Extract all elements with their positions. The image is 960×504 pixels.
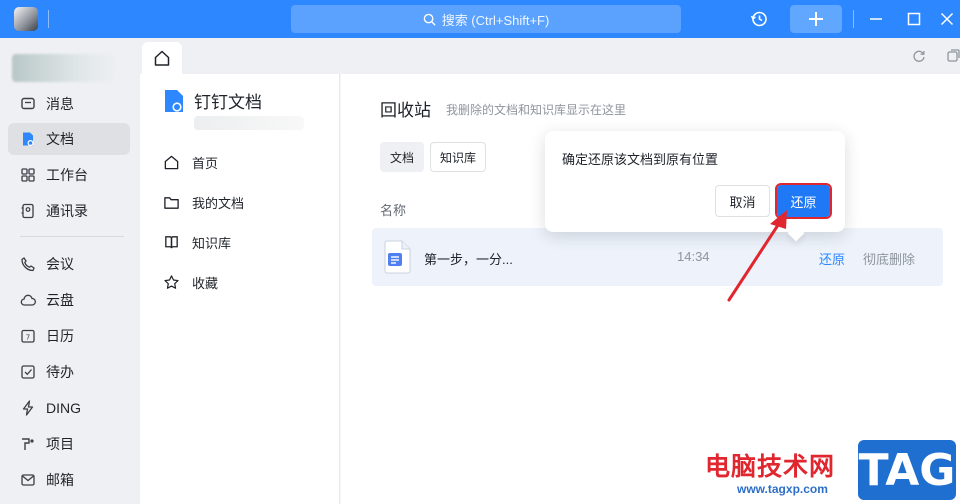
docs-nav-my-docs[interactable]: 我的文档: [162, 191, 244, 213]
calendar-icon: 7: [20, 328, 36, 344]
page-title: 回收站: [380, 101, 431, 120]
nav-item-cloud[interactable]: 云盘: [8, 284, 130, 316]
todo-icon: [20, 364, 36, 380]
nav-item-contacts[interactable]: 通讯录: [8, 195, 130, 227]
title-bar: 搜索 (Ctrl+Shift+F): [0, 0, 960, 38]
close-button[interactable]: [936, 8, 958, 30]
nav-item-mail[interactable]: 邮箱: [8, 464, 130, 496]
profile-name[interactable]: [12, 54, 118, 82]
mail-icon: [20, 472, 36, 488]
confirm-restore-button[interactable]: 还原: [775, 183, 832, 219]
message-icon: [20, 96, 36, 112]
nav-label: 通讯录: [46, 203, 88, 219]
docs-nav-favorites[interactable]: 收藏: [162, 271, 218, 293]
plus-icon: [809, 12, 823, 26]
maximize-icon: [907, 12, 921, 26]
docs-nav-home[interactable]: 首页: [162, 151, 218, 173]
window-icon: [947, 49, 960, 62]
maximize-button[interactable]: [903, 8, 925, 30]
nav-label: 工作台: [46, 167, 88, 183]
phone-icon: [20, 256, 36, 272]
star-icon: [162, 273, 180, 291]
docs-nav-label: 知识库: [192, 235, 232, 251]
refresh-button[interactable]: [910, 47, 928, 65]
nav-item-docs[interactable]: 文档: [8, 123, 130, 155]
restore-confirm-popover: 确定还原该文档到原有位置 取消 还原: [545, 131, 845, 242]
nav-item-messages[interactable]: 消息: [8, 88, 130, 120]
delete-permanently-link[interactable]: 彻底删除: [863, 249, 915, 268]
add-button[interactable]: [790, 5, 842, 33]
table-row[interactable]: 第一步，一分... 14:34 还原 彻底删除: [372, 228, 943, 286]
restore-link[interactable]: 还原: [819, 249, 845, 268]
nav-label: 云盘: [46, 292, 74, 308]
minimize-button[interactable]: [865, 8, 887, 30]
tab-bar: [140, 38, 960, 74]
lightning-icon: [20, 400, 36, 416]
history-button[interactable]: [748, 8, 770, 30]
home-icon: [162, 153, 180, 171]
nav-divider: [20, 236, 124, 237]
doc-name: 第一步，一分...: [424, 252, 513, 267]
tab-home[interactable]: [142, 42, 182, 74]
book-icon: [162, 233, 180, 251]
nav-item-workbench[interactable]: 工作台: [8, 159, 130, 191]
grid-icon: [20, 167, 36, 183]
window-button[interactable]: [944, 47, 960, 65]
tab-docs[interactable]: 文档: [380, 142, 425, 172]
docs-nav-label: 首页: [192, 155, 219, 171]
dingtalk-docs-logo: [165, 89, 183, 112]
project-icon: [20, 436, 36, 452]
search-box[interactable]: 搜索 (Ctrl+Shift+F): [291, 5, 681, 33]
page-subtitle: 我删除的文档和知识库显示在这里: [446, 103, 627, 117]
docs-nav-knowledge[interactable]: 知识库: [162, 231, 231, 253]
docs-owner-name: [194, 116, 304, 130]
watermark-logo: TAG: [858, 440, 956, 500]
nav-label: 邮箱: [46, 472, 74, 488]
nav-label: 项目: [46, 436, 74, 452]
divider: [48, 10, 49, 28]
home-icon: [154, 50, 170, 66]
popover-message: 确定还原该文档到原有位置: [562, 152, 719, 167]
tab-knowledge[interactable]: 知识库: [430, 142, 487, 172]
docs-title-text: 钉钉文档: [194, 93, 262, 112]
search-placeholder: 搜索 (Ctrl+Shift+F): [441, 12, 550, 28]
nav-label: 会议: [46, 256, 74, 272]
watermark-url: www.tagxp.com: [737, 482, 828, 496]
cancel-button[interactable]: 取消: [715, 185, 770, 217]
refresh-icon: [913, 50, 925, 62]
search-icon: [423, 13, 436, 26]
nav-item-meeting[interactable]: 会议: [8, 248, 130, 280]
docs-nav-label: 我的文档: [192, 195, 245, 211]
document-icon: [384, 240, 411, 274]
history-icon: [750, 11, 767, 27]
nav-label: 文档: [46, 131, 74, 147]
doc-icon: [20, 131, 36, 147]
watermark-text: 电脑技术网: [705, 453, 836, 481]
nav-label: 日历: [46, 328, 74, 344]
cloud-icon: [20, 292, 36, 308]
nav-item-todo[interactable]: 待办: [8, 356, 130, 388]
svg-text:7: 7: [26, 334, 30, 342]
docs-sidebar: 钉钉文档 首页 我的文档 知识库 收藏: [140, 74, 340, 504]
nav-item-calendar[interactable]: 7 日历: [8, 320, 130, 352]
folder-icon: [162, 193, 180, 211]
nav-label: DING: [46, 400, 81, 416]
docs-nav-label: 收藏: [192, 275, 219, 291]
column-header-name: 名称: [380, 203, 407, 218]
nav-item-ding[interactable]: DING: [8, 392, 130, 424]
left-nav: 消息 文档 工作台 通讯录 会议 云盘 7 日历 待办 DING 项目 邮箱: [0, 38, 140, 504]
contacts-icon: [20, 203, 36, 219]
nav-label: 待办: [46, 364, 74, 380]
nav-label: 消息: [46, 96, 74, 112]
doc-time: 14:34: [677, 249, 710, 264]
nav-item-project[interactable]: 项目: [8, 428, 130, 460]
close-icon: [940, 12, 954, 26]
app-logo[interactable]: [14, 7, 38, 31]
docs-title: 钉钉文档: [164, 88, 262, 113]
divider: [853, 10, 854, 28]
minimize-icon: [870, 18, 882, 20]
